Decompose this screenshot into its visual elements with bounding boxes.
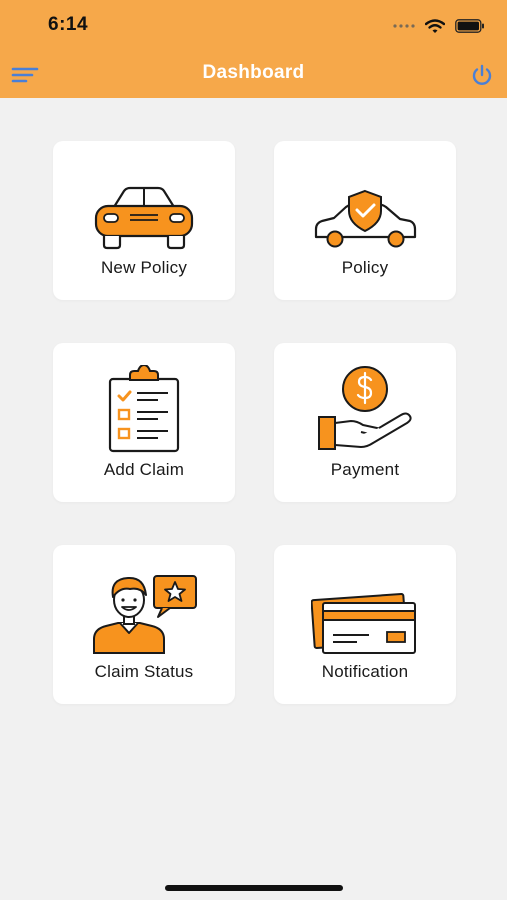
credit-cards-icon xyxy=(311,592,416,654)
power-icon xyxy=(472,64,492,85)
tile-payment[interactable]: Payment xyxy=(274,343,456,502)
tile-label: Notification xyxy=(321,662,409,681)
car-front-icon xyxy=(94,186,194,250)
battery-icon xyxy=(455,19,484,33)
tile-policy[interactable]: Policy xyxy=(274,141,456,300)
status-time: 6:14 xyxy=(48,14,89,35)
home-indicator[interactable] xyxy=(165,885,343,891)
tile-add-claim[interactable]: Add Claim xyxy=(53,343,235,502)
tile-label: Add Claim xyxy=(103,460,185,479)
tile-notification[interactable]: Notification xyxy=(274,545,456,704)
tile-label: Payment xyxy=(330,460,400,479)
person-star-icon xyxy=(93,575,197,654)
cellular-signal-icon xyxy=(393,24,415,28)
tile-label: New Policy xyxy=(100,258,188,277)
status-icons xyxy=(393,14,485,38)
tile-label: Policy xyxy=(341,258,389,277)
wifi-icon xyxy=(425,18,445,33)
tile-claim-status[interactable]: Claim Status xyxy=(53,545,235,704)
car-shield-icon xyxy=(314,189,417,248)
status-bar: 6:14 xyxy=(0,0,507,50)
tile-new-policy[interactable]: New Policy xyxy=(53,141,235,300)
clipboard-checklist-icon xyxy=(108,365,180,453)
power-button[interactable] xyxy=(469,62,495,88)
nav-bar: Dashboard xyxy=(0,50,507,98)
tile-label: Claim Status xyxy=(94,662,194,681)
hand-coin-icon xyxy=(318,366,412,450)
page-title: Dashboard xyxy=(202,62,305,83)
